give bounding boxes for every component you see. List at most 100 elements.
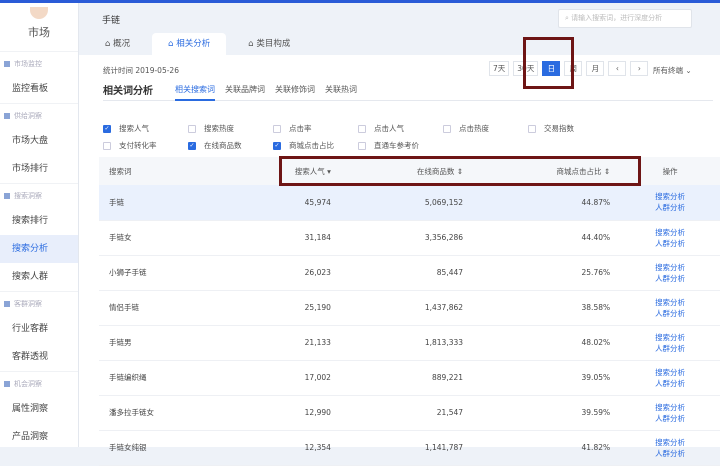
table-cell: 38.58% (473, 290, 621, 326)
section-title: 相关词分析 (103, 86, 153, 97)
terminal-select[interactable]: 所有终端 ⌄ (653, 65, 692, 76)
metric-checkbox[interactable]: ✓ 商城点击占比 (273, 140, 358, 151)
metric-checkbox[interactable]: 点击人气 (358, 123, 443, 134)
tab-label: 概况 (113, 39, 131, 49)
page-title: 手链 (102, 16, 121, 26)
table-cell: 1,141,787 (340, 430, 474, 466)
table-row: 手链男 21,133 1,813,333 48.02% 搜索分析 人群分析 (99, 325, 720, 361)
checkbox-icon[interactable] (358, 124, 366, 133)
logo[interactable]: 市场 (0, 3, 78, 51)
table-cell: 手链男 (99, 325, 229, 361)
subtab[interactable]: 关联品牌词 (225, 79, 265, 101)
op-link[interactable]: 人群分析 (630, 273, 710, 284)
subtabs: 相关词分析 相关搜索词 关联品牌词 关联修饰词 关联热词 (103, 79, 713, 101)
tab-0[interactable]: ⌂ 概况 (89, 33, 146, 55)
metric-checkbox[interactable]: ✓ 搜索人气 (103, 123, 188, 134)
op-link[interactable]: 搜索分析 (630, 262, 710, 273)
op-link[interactable]: 搜索分析 (630, 191, 710, 202)
checkbox-icon[interactable]: ✓ (103, 124, 111, 133)
sidebar-item[interactable]: 行业客群 (0, 315, 78, 343)
table-cell: 31,184 (228, 220, 341, 256)
table-row: 小狮子手链 26,023 85,447 25.76% 搜索分析 人群分析 (99, 255, 720, 291)
op-link[interactable]: 人群分析 (630, 308, 710, 319)
op-link[interactable]: 搜索分析 (630, 437, 710, 448)
column-header[interactable]: 搜索词 (99, 157, 229, 185)
sidebar-item[interactable]: 搜索排行 (0, 207, 78, 235)
checkbox-icon[interactable] (103, 141, 111, 150)
sidebar-item[interactable]: 搜索分析 (0, 235, 78, 263)
operations-cell: 搜索分析 人群分析 (620, 220, 720, 256)
folder-icon (4, 61, 10, 67)
op-link[interactable]: 搜索分析 (630, 297, 710, 308)
sidebar-item[interactable]: 属性洞察 (0, 395, 78, 423)
folder-icon (4, 193, 10, 199)
checkbox-label: 交易指数 (544, 124, 574, 133)
date-button[interactable]: 月 (586, 61, 605, 76)
checkbox-icon[interactable]: ✓ (188, 141, 196, 150)
op-link[interactable]: 搜索分析 (630, 367, 710, 378)
op-link[interactable]: 人群分析 (630, 378, 710, 389)
metric-checkbox[interactable]: 直通车参考价 (358, 140, 443, 151)
metric-checkbox[interactable]: 点击热度 (443, 123, 528, 134)
subtab[interactable]: 关联修饰词 (275, 79, 315, 101)
date-button[interactable]: 7天 (489, 61, 510, 76)
annotation-box-day (523, 37, 574, 89)
section-label: 市场监控 (14, 60, 42, 68)
table-row: 手链女纯银 12,354 1,141,787 41.82% 搜索分析 人群分析 (99, 430, 720, 466)
checkbox-icon[interactable] (528, 124, 536, 133)
tab-label: 相关分析 (176, 39, 211, 49)
date-button[interactable]: ‹ (608, 61, 627, 76)
subtab[interactable]: 相关搜索词 (175, 79, 215, 101)
sidebar-item[interactable]: 搜索人群 (0, 263, 78, 291)
table-cell: 44.87% (473, 185, 621, 221)
checkbox-icon[interactable] (188, 124, 196, 133)
checkbox-icon[interactable] (358, 141, 366, 150)
tab-1[interactable]: ⌂ 相关分析 (152, 33, 227, 55)
table-cell: 889,221 (340, 360, 474, 396)
metric-checkbox[interactable]: 点击率 (273, 123, 358, 134)
table-cell: 12,990 (228, 395, 341, 431)
op-link[interactable]: 搜索分析 (630, 332, 710, 343)
subtab[interactable]: 关联热词 (325, 79, 357, 101)
op-link[interactable]: 人群分析 (630, 448, 710, 459)
table-cell: 44.40% (473, 220, 621, 256)
op-link[interactable]: 搜索分析 (630, 402, 710, 413)
search-input[interactable]: ⌕ 请输入搜索词，进行深度分析 (558, 9, 692, 28)
op-link[interactable]: 人群分析 (630, 413, 710, 424)
table-cell: 手链 (99, 185, 229, 221)
sidebar-item[interactable]: 市场大盘 (0, 127, 78, 155)
sidebar-section: 供给洞察 (0, 103, 78, 127)
table-cell: 21,547 (340, 395, 474, 431)
section-label: 供给洞察 (14, 112, 42, 120)
tab-2[interactable]: ⌂ 类目构成 (232, 33, 306, 55)
checkbox-label: 支付转化率 (119, 141, 157, 150)
table-cell: 5,069,152 (340, 185, 474, 221)
checkbox-icon[interactable]: ✓ (273, 141, 281, 150)
table-cell: 17,002 (228, 360, 341, 396)
keyword-table: 搜索词 搜索人气 ▾ 在线商品数 ⇕ 商城点击占比 ⇕ 操作 手链 45,974 5,069,… (99, 157, 720, 466)
checkbox-label: 搜索热度 (204, 124, 234, 133)
checkbox-label: 点击人气 (374, 124, 404, 133)
op-link[interactable]: 人群分析 (630, 202, 710, 213)
sidebar-section: 机会洞察 (0, 371, 78, 395)
metric-checkbox[interactable]: 搜索热度 (188, 123, 273, 134)
op-link[interactable]: 人群分析 (630, 343, 710, 354)
op-link[interactable]: 人群分析 (630, 238, 710, 249)
checkbox-icon[interactable] (443, 124, 451, 133)
sidebar-item[interactable]: 客群透视 (0, 343, 78, 371)
metric-checkbox[interactable]: 支付转化率 (103, 140, 188, 151)
operations-cell: 搜索分析 人群分析 (620, 395, 720, 431)
sidebar-item[interactable]: 市场排行 (0, 155, 78, 183)
table-cell: 3,356,286 (340, 220, 474, 256)
checkbox-label: 直通车参考价 (374, 141, 419, 150)
metric-checkbox[interactable]: 交易指数 (528, 123, 613, 134)
date-button[interactable]: › (630, 61, 649, 76)
sidebar-item[interactable]: 监控看板 (0, 75, 78, 103)
table-cell: 手链女 (99, 220, 229, 256)
checkbox-icon[interactable] (273, 124, 281, 133)
table-cell: 41.82% (473, 430, 621, 466)
metric-checkbox[interactable]: ✓ 在线商品数 (188, 140, 273, 151)
table-cell: 48.02% (473, 325, 621, 361)
table-cell: 情侣手链 (99, 290, 229, 326)
op-link[interactable]: 搜索分析 (630, 227, 710, 238)
